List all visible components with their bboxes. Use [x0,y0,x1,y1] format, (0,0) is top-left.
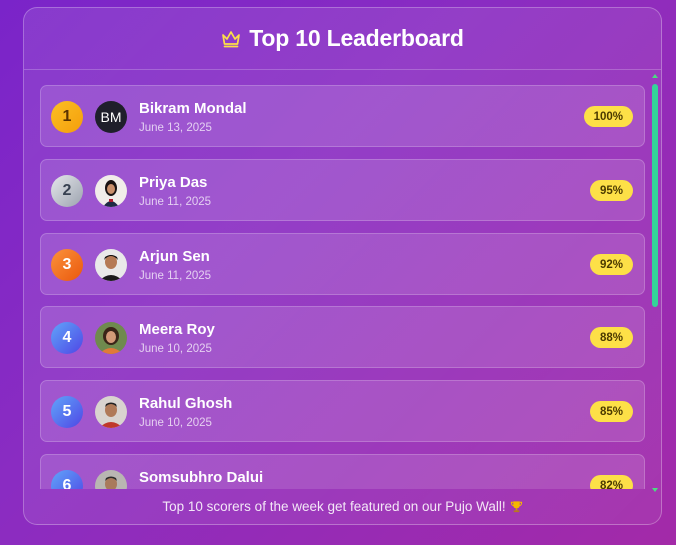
rank-badge: 2 [51,175,83,207]
score-badge: 95% [589,180,633,201]
rank-badge: 6 [51,470,83,489]
rank-badge: 5 [51,396,83,428]
score-badge: 92% [589,254,633,275]
score-date: June 11, 2025 [139,270,212,282]
leaderboard-row[interactable]: 5 Rahul Ghosh June 10, 2025 85% [40,380,645,442]
score-date: June 10, 2025 [139,417,212,429]
leaderboard-row[interactable]: 2 Priya Das June 11, 2025 95% [40,159,645,221]
score-date: June 13, 2025 [139,122,212,134]
avatar [95,249,127,281]
score-badge: 88% [589,327,633,348]
rank-badge: 4 [51,322,83,354]
player-name: Meera Roy [139,321,215,338]
leaderboard-list[interactable]: 1 BM Bikram Mondal June 13, 2025 100% 2 … [40,85,645,489]
leaderboard-row[interactable]: 4 Meera Roy June 10, 2025 88% [40,306,645,368]
scroll-up-arrow-icon[interactable] [652,74,658,78]
page-title: Top 10 Leaderboard [249,25,464,51]
leaderboard-card: Top 10 Leaderboard 1 BM Bikram Mondal Ju… [23,7,662,525]
player-name: Somsubhro Dalui [139,469,264,486]
footer-text: Top 10 scorers of the week get featured … [162,498,506,514]
score-badge: 82% [589,475,633,489]
player-name: Priya Das [139,174,208,191]
scrollbar-thumb[interactable] [652,84,658,307]
rank-badge: 3 [51,249,83,281]
leaderboard-row[interactable]: 1 BM Bikram Mondal June 13, 2025 100% [40,85,645,147]
leaderboard-row[interactable]: 6 Somsubhro Dalui 82% [40,454,645,489]
rank-badge: 1 [51,101,83,133]
score-badge: 100% [583,106,633,127]
player-name: Bikram Mondal [139,100,247,117]
score-date: June 10, 2025 [139,343,212,355]
avatar [95,175,127,207]
list-scrollbar[interactable] [651,74,659,492]
score-badge: 85% [589,401,633,422]
avatar [95,322,127,354]
player-name: Arjun Sen [139,248,210,265]
leaderboard-footer: Top 10 scorers of the week get featured … [24,488,661,524]
avatar [95,396,127,428]
score-date: June 11, 2025 [139,196,212,208]
leaderboard-header: Top 10 Leaderboard [24,8,661,70]
avatar [95,470,127,489]
crown-icon [222,30,241,47]
player-name: Rahul Ghosh [139,395,233,412]
trophy-icon [510,500,522,512]
avatar: BM [95,101,127,133]
leaderboard-row[interactable]: 3 Arjun Sen June 11, 2025 92% [40,233,645,295]
